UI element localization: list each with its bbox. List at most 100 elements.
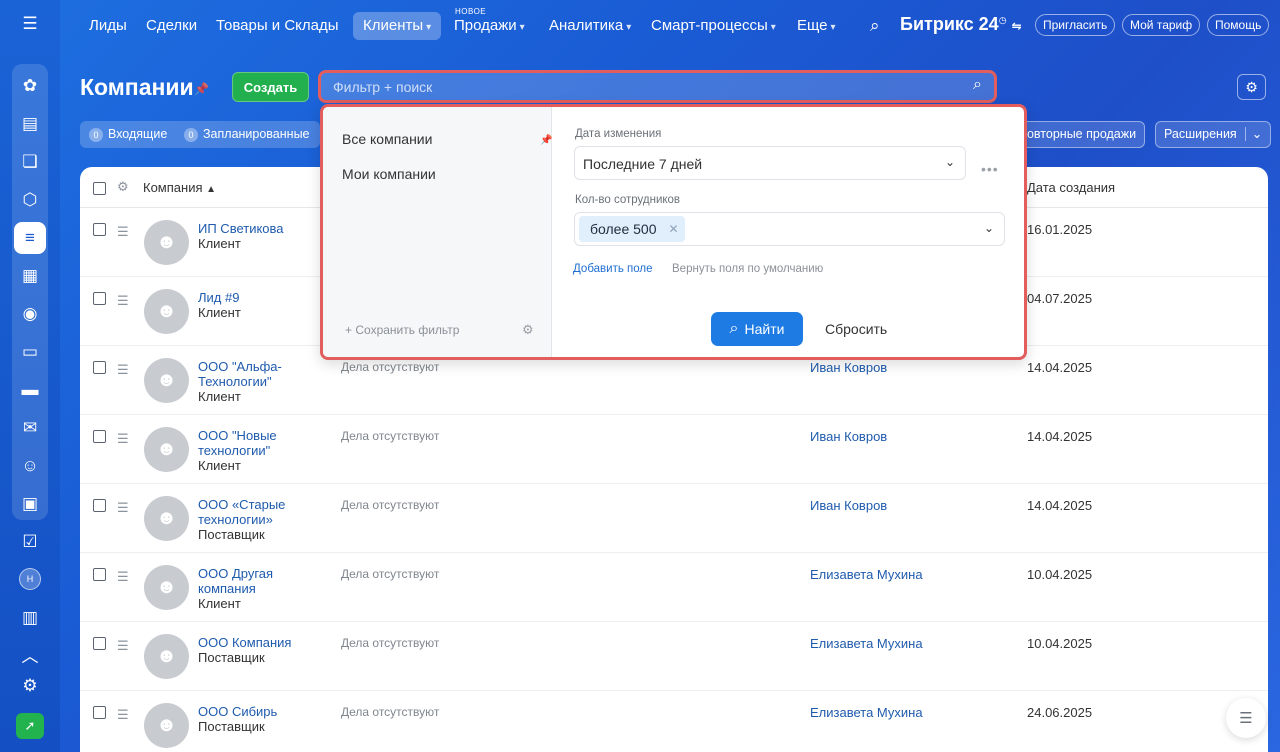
company-name-link[interactable]: Лид #9 Клиент: [198, 290, 308, 320]
company-name[interactable]: ООО Другая компания: [198, 566, 273, 596]
schedule-icon[interactable]: ▥: [14, 602, 46, 634]
nav-analytics[interactable]: Аналитика ▾: [539, 12, 641, 40]
preset-all-companies[interactable]: Все компании: [342, 131, 432, 147]
brand-logo[interactable]: Битрикс 24◷ ⇋: [900, 14, 1022, 35]
column-created[interactable]: Дата создания: [1027, 180, 1115, 195]
invite-button[interactable]: Пригласить: [1035, 14, 1116, 36]
company-name[interactable]: ООО Компания: [198, 635, 291, 650]
nav-more[interactable]: Еще ▾: [787, 12, 846, 40]
chat-bubbles-icon[interactable]: ✿: [14, 70, 46, 102]
repeat-sales-button[interactable]: Повторные продажи: [1010, 121, 1146, 148]
gear-icon[interactable]: ⚙: [117, 179, 129, 195]
extensions-button[interactable]: Расширения ⌄: [1155, 121, 1272, 148]
company-name[interactable]: ООО "Альфа-Технологии": [198, 359, 282, 389]
users-icon[interactable]: ☺: [14, 450, 46, 482]
checkbox-icon[interactable]: ☑: [14, 526, 46, 558]
company-name-link[interactable]: ООО "Новые технологии" Клиент: [198, 428, 308, 473]
row-checkbox[interactable]: [93, 223, 106, 236]
responsible-person[interactable]: Иван Ковров: [810, 498, 887, 513]
table-row[interactable]: ☰ ☻ ООО Компания Поставщик Дела отсутствуют Е…: [80, 622, 1268, 691]
close-icon[interactable]: ✕: [668, 216, 678, 242]
add-field-link[interactable]: Добавить поле: [573, 263, 653, 275]
more-options-icon[interactable]: •••: [981, 161, 999, 177]
responsible-person[interactable]: Иван Ковров: [810, 360, 887, 375]
menu-icon[interactable]: ☰: [14, 8, 46, 40]
company-name-link[interactable]: ООО Компания Поставщик: [198, 635, 308, 665]
reset-button[interactable]: Сбросить: [825, 321, 887, 337]
gear-icon[interactable]: ⚙: [14, 670, 46, 702]
company-name[interactable]: ООО «Старые технологии»: [198, 497, 285, 527]
company-name[interactable]: ООО "Новые технологии": [198, 428, 277, 458]
counter-incoming[interactable]: 0 Входящие: [89, 127, 167, 142]
drag-handle-icon[interactable]: ☰: [117, 224, 129, 240]
row-checkbox[interactable]: [93, 430, 106, 443]
help-button[interactable]: Помощь: [1207, 14, 1270, 36]
nav-clients[interactable]: Клиенты ▾: [353, 12, 442, 40]
comments-icon[interactable]: ❏: [14, 146, 46, 178]
search-input[interactable]: [333, 77, 953, 97]
row-checkbox[interactable]: [93, 637, 106, 650]
row-checkbox[interactable]: [93, 706, 106, 719]
create-button[interactable]: Создать: [232, 72, 309, 102]
company-name-link[interactable]: ООО Другая компания Клиент: [198, 566, 308, 611]
drag-handle-icon[interactable]: ☰: [117, 569, 129, 585]
mail-icon[interactable]: ✉: [14, 412, 46, 444]
drag-handle-icon[interactable]: ☰: [117, 638, 129, 654]
nav-leads[interactable]: Лиды: [79, 12, 137, 40]
company-name-link[interactable]: ООО «Старые технологии» Поставщик: [198, 497, 308, 542]
search-icon[interactable]: ⌕: [860, 12, 890, 40]
restore-fields-link[interactable]: Вернуть поля по умолчанию: [672, 263, 823, 275]
responsible-person[interactable]: Елизавета Мухина: [810, 567, 923, 582]
select-all-checkbox[interactable]: [93, 182, 106, 195]
drag-handle-icon[interactable]: ☰: [117, 431, 129, 447]
company-name[interactable]: ООО Сибирь: [198, 704, 277, 719]
robot-icon[interactable]: ◉: [14, 298, 46, 330]
drag-handle-icon[interactable]: ☰: [117, 293, 129, 309]
row-checkbox[interactable]: [93, 361, 106, 374]
gear-icon[interactable]: ⚙: [1237, 74, 1266, 100]
drag-handle-icon[interactable]: ☰: [117, 362, 129, 378]
search-icon[interactable]: ⌕: [973, 76, 982, 94]
drag-handle-icon[interactable]: ☰: [117, 500, 129, 516]
responsible-person[interactable]: Елизавета Мухина: [810, 636, 923, 651]
filter-search-box[interactable]: ⌕: [318, 70, 997, 103]
rocket-icon[interactable]: ➚: [16, 713, 44, 739]
save-filter-button[interactable]: + Сохранить фильтр: [345, 323, 459, 337]
file-icon[interactable]: ▭: [14, 336, 46, 368]
find-button[interactable]: ⌕ Найти: [711, 312, 803, 346]
box-icon[interactable]: ⬡: [14, 184, 46, 216]
gear-icon[interactable]: ⚙: [522, 322, 534, 338]
list-menu-icon[interactable]: ☰: [1226, 698, 1266, 738]
row-checkbox[interactable]: [93, 292, 106, 305]
company-name[interactable]: Лид #9: [198, 290, 239, 305]
table-row[interactable]: ☰ ☻ ООО «Старые технологии» Поставщик Дела о…: [80, 484, 1268, 553]
card-icon[interactable]: ▬: [14, 374, 46, 406]
nav-smart-processes[interactable]: Смарт-процессы ▾: [641, 12, 786, 40]
employees-select[interactable]: более 500 ✕ ⌄: [574, 212, 1005, 246]
drag-handle-icon[interactable]: ☰: [117, 707, 129, 723]
nav-goods-warehouses[interactable]: Товары и Склады: [206, 12, 349, 40]
counter-planned[interactable]: 0 Запланированные: [184, 127, 310, 142]
row-checkbox[interactable]: [93, 568, 106, 581]
responsible-person[interactable]: Елизавета Мухина: [810, 705, 923, 720]
document-icon[interactable]: ▤: [14, 108, 46, 140]
table-row[interactable]: ☰ ☻ ООО "Новые технологии" Клиент Дела отсут…: [80, 415, 1268, 484]
chevron-up-icon[interactable]: ︿: [14, 638, 46, 670]
company-name[interactable]: ИП Светикова: [198, 221, 284, 236]
nav-deals[interactable]: Сделки: [136, 12, 207, 40]
company-name-link[interactable]: ООО "Альфа-Технологии" Клиент: [198, 359, 308, 404]
nav-sales[interactable]: Продажи ▾: [444, 12, 535, 40]
crm-funnel-icon[interactable]: ≡: [14, 222, 46, 254]
my-tariff-button[interactable]: Мой тариф: [1122, 14, 1201, 36]
column-company[interactable]: Компания ▲: [143, 180, 216, 195]
responsible-person[interactable]: Иван Ковров: [810, 429, 887, 444]
board-icon[interactable]: ▣: [14, 488, 46, 520]
pin-icon[interactable]: 📌: [540, 135, 552, 146]
row-checkbox[interactable]: [93, 499, 106, 512]
company-name-link[interactable]: ИП Светикова Клиент: [198, 221, 308, 251]
avatar[interactable]: Н: [19, 568, 41, 590]
pin-icon[interactable]: 📌: [194, 82, 209, 96]
employees-chip[interactable]: более 500 ✕: [579, 216, 685, 242]
table-row[interactable]: ☰ ☻ ООО Сибирь Поставщик Дела отсутствуют Ели…: [80, 691, 1268, 752]
table-row[interactable]: ☰ ☻ ООО Другая компания Клиент Дела отсутств…: [80, 553, 1268, 622]
